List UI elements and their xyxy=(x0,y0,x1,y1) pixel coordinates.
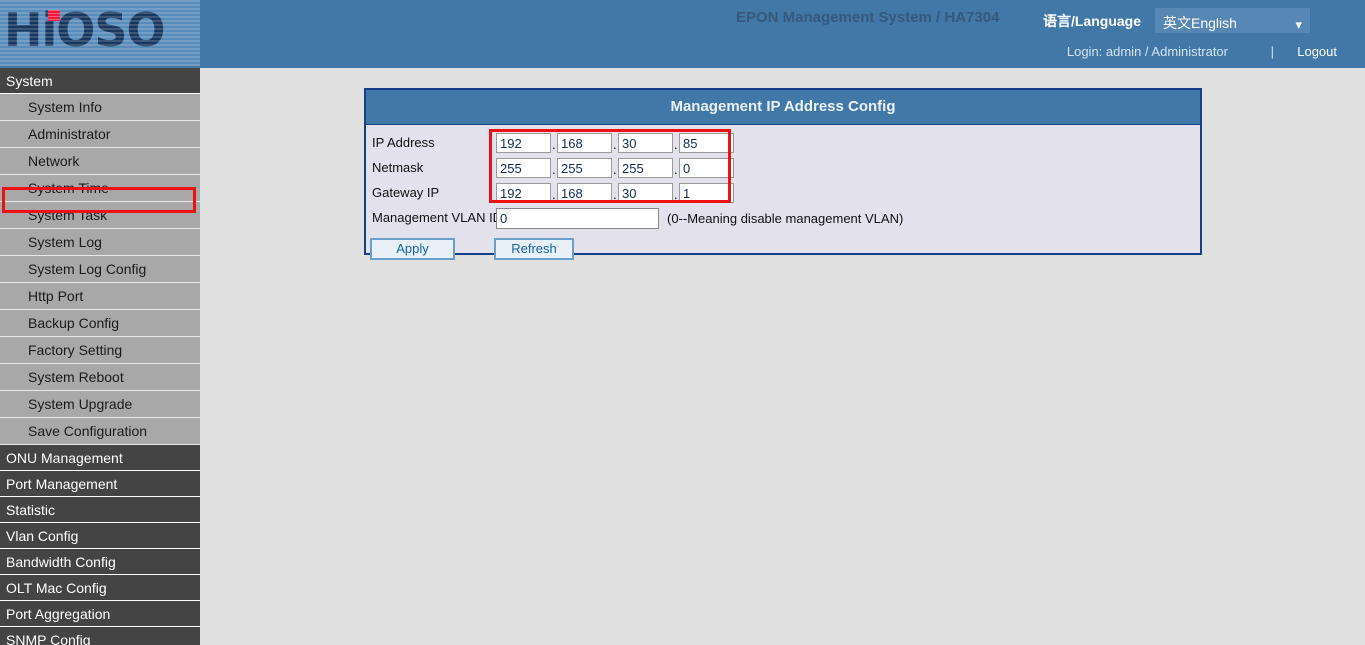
netmask-octet-3[interactable] xyxy=(618,158,673,178)
sidebar-group-bandwidth-config[interactable]: Bandwidth Config xyxy=(0,549,200,575)
vlan-hint-text: (0--Meaning disable management VLAN) xyxy=(667,211,903,226)
sidebar-group-port-aggregation[interactable]: Port Aggregation xyxy=(0,601,200,627)
sidebar-item-system-task[interactable]: System Task xyxy=(0,202,200,229)
language-label: 语言/Language xyxy=(1043,11,1141,31)
sidebar-item-factory-setting[interactable]: Factory Setting xyxy=(0,337,200,364)
ip-address-octet-2[interactable] xyxy=(557,133,612,153)
sidebar-group-statistic[interactable]: Statistic xyxy=(0,497,200,523)
netmask-octet-1[interactable] xyxy=(496,158,551,178)
octet-separator: . xyxy=(552,162,556,177)
sidebar-group-olt-mac-config[interactable]: OLT Mac Config xyxy=(0,575,200,601)
ip-address-row: IP Address... xyxy=(366,131,1200,156)
refresh-button[interactable]: Refresh xyxy=(494,238,574,260)
octet-separator: . xyxy=(613,162,617,177)
apply-button[interactable]: Apply xyxy=(370,238,455,260)
gateway-ip-octet-4[interactable] xyxy=(679,183,734,203)
gateway-ip-row: Gateway IP... xyxy=(366,181,1200,206)
octet-separator: . xyxy=(613,187,617,202)
sidebar-group-snmp-config[interactable]: SNMP Config xyxy=(0,627,200,645)
sidebar-item-system-reboot[interactable]: System Reboot xyxy=(0,364,200,391)
app-header: HiOSO EPON Management System / HA7304 语言… xyxy=(0,0,1365,68)
netmask-octet-2[interactable] xyxy=(557,158,612,178)
sidebar-group-vlan-config[interactable]: Vlan Config xyxy=(0,523,200,549)
row-label: Netmask xyxy=(372,160,423,175)
sidebar-item-administrator[interactable]: Administrator xyxy=(0,121,200,148)
sidebar-item-http-port[interactable]: Http Port xyxy=(0,283,200,310)
logo-accent-mark xyxy=(48,10,60,21)
ip-config-rows: IP Address...Netmask...Gateway IP... xyxy=(366,131,1200,206)
row-label: Gateway IP xyxy=(372,185,439,200)
language-select[interactable]: 英文English ▾ xyxy=(1155,8,1310,33)
sidebar-item-system-log-config[interactable]: System Log Config xyxy=(0,256,200,283)
panel-title: Management IP Address Config xyxy=(366,90,1200,125)
language-select-value: 英文English xyxy=(1163,11,1237,36)
netmask-octet-4[interactable] xyxy=(679,158,734,178)
sidebar-item-system-info[interactable]: System Info xyxy=(0,94,200,121)
logout-link[interactable]: Logout xyxy=(1297,44,1337,59)
panel-body: IP Address...Netmask...Gateway IP... Man… xyxy=(366,125,1200,266)
ip-address-octet-4[interactable] xyxy=(679,133,734,153)
sidebar-item-system-upgrade[interactable]: System Upgrade xyxy=(0,391,200,418)
logout-separator: | xyxy=(1271,44,1274,59)
gateway-ip-octet-1[interactable] xyxy=(496,183,551,203)
octet-separator: . xyxy=(674,137,678,152)
sidebar-group-onu-management[interactable]: ONU Management xyxy=(0,445,200,471)
vlan-label: Management VLAN ID xyxy=(372,210,502,225)
sidebar-item-backup-config[interactable]: Backup Config xyxy=(0,310,200,337)
sidebar-item-save-configuration[interactable]: Save Configuration xyxy=(0,418,200,445)
page-title: EPON Management System / HA7304 xyxy=(736,9,999,26)
brand-logo: HiOSO xyxy=(0,0,200,66)
netmask-row: Netmask... xyxy=(366,156,1200,181)
gateway-ip-octet-2[interactable] xyxy=(557,183,612,203)
sidebar-list: SystemSystem InfoAdministratorNetworkSys… xyxy=(0,68,200,645)
sidebar-item-system-log[interactable]: System Log xyxy=(0,229,200,256)
octet-separator: . xyxy=(613,137,617,152)
row-label: IP Address xyxy=(372,135,435,150)
logo-wordmark: HiOSO xyxy=(4,2,165,58)
sidebar-nav[interactable]: SystemSystem InfoAdministratorNetworkSys… xyxy=(0,68,200,645)
octet-separator: . xyxy=(552,137,556,152)
panel-button-row: Apply Refresh xyxy=(366,238,1200,266)
management-vlan-id-input[interactable] xyxy=(496,208,659,229)
octet-separator: . xyxy=(552,187,556,202)
management-ip-config-panel: Management IP Address Config IP Address.… xyxy=(364,88,1202,255)
login-info: Login: admin / Administrator xyxy=(1067,44,1228,59)
octet-separator: . xyxy=(674,187,678,202)
octet-separator: . xyxy=(674,162,678,177)
sidebar-group-system[interactable]: System xyxy=(0,68,200,94)
sidebar-item-network[interactable]: Network xyxy=(0,148,200,175)
gateway-ip-octet-3[interactable] xyxy=(618,183,673,203)
chevron-down-icon: ▾ xyxy=(1295,12,1302,37)
vlan-row: Management VLAN ID (0--Meaning disable m… xyxy=(366,206,1200,234)
main-content: Management IP Address Config IP Address.… xyxy=(200,68,1365,645)
ip-address-octet-1[interactable] xyxy=(496,133,551,153)
sidebar-group-port-management[interactable]: Port Management xyxy=(0,471,200,497)
sidebar-item-system-time[interactable]: System Time xyxy=(0,175,200,202)
ip-address-octet-3[interactable] xyxy=(618,133,673,153)
